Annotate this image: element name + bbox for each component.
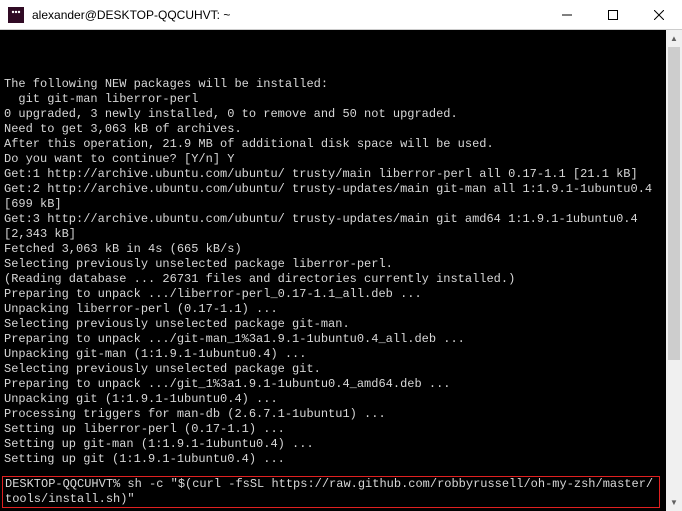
app-icon (8, 7, 24, 23)
terminal-line: Preparing to unpack .../git_1%3a1.9.1-1u… (4, 377, 658, 392)
scroll-up-arrow-icon[interactable]: ▲ (666, 30, 682, 47)
window-title: alexander@DESKTOP-QQCUHVT: ~ (32, 8, 544, 22)
terminal-line: Unpacking git-man (1:1.9.1-1ubuntu0.4) .… (4, 347, 658, 362)
terminal-area[interactable]: The following NEW packages will be insta… (0, 30, 682, 511)
terminal-line: Selecting previously unselected package … (4, 317, 658, 332)
close-button[interactable] (636, 0, 682, 29)
highlighted-command: DESKTOP-QQCUHVT% sh -c "$(curl -fsSL htt… (2, 476, 660, 508)
window-titlebar: alexander@DESKTOP-QQCUHVT: ~ (0, 0, 682, 30)
terminal-line: Processing triggers for man-db (2.6.7.1-… (4, 407, 658, 422)
vertical-scrollbar[interactable]: ▲ ▼ (666, 30, 682, 511)
terminal-line: 0 upgraded, 3 newly installed, 0 to remo… (4, 107, 658, 122)
terminal-line: Unpacking liberror-perl (0.17-1.1) ... (4, 302, 658, 317)
terminal-line: Fetched 3,063 kB in 4s (665 kB/s) (4, 242, 658, 257)
terminal-line: Do you want to continue? [Y/n] Y (4, 152, 658, 167)
terminal-line: (Reading database ... 26731 files and di… (4, 272, 658, 287)
terminal-line: Preparing to unpack .../git-man_1%3a1.9.… (4, 332, 658, 347)
window-controls (544, 0, 682, 29)
terminal-output[interactable]: The following NEW packages will be insta… (0, 30, 662, 510)
terminal-line: After this operation, 21.9 MB of additio… (4, 137, 658, 152)
terminal-line: Setting up liberror-perl (0.17-1.1) ... (4, 422, 658, 437)
scroll-down-arrow-icon[interactable]: ▼ (666, 494, 682, 511)
terminal-line: Setting up git (1:1.9.1-1ubuntu0.4) ... (4, 452, 658, 467)
scroll-thumb[interactable] (668, 47, 680, 360)
terminal-line: Preparing to unpack .../liberror-perl_0.… (4, 287, 658, 302)
terminal-line: Setting up git-man (1:1.9.1-1ubuntu0.4) … (4, 437, 658, 452)
scroll-track[interactable] (666, 47, 682, 494)
terminal-line: Selecting previously unselected package … (4, 362, 658, 377)
terminal-line: Get:3 http://archive.ubuntu.com/ubuntu/ … (4, 212, 658, 242)
terminal-line: Unpacking git (1:1.9.1-1ubuntu0.4) ... (4, 392, 658, 407)
minimize-button[interactable] (544, 0, 590, 29)
terminal-line: The following NEW packages will be insta… (4, 77, 658, 92)
terminal-line: Selecting previously unselected package … (4, 257, 658, 272)
terminal-line: Need to get 3,063 kB of archives. (4, 122, 658, 137)
terminal-line: Get:1 http://archive.ubuntu.com/ubuntu/ … (4, 167, 658, 182)
maximize-button[interactable] (590, 0, 636, 29)
terminal-line: Get:2 http://archive.ubuntu.com/ubuntu/ … (4, 182, 658, 212)
terminal-line: git git-man liberror-perl (4, 92, 658, 107)
